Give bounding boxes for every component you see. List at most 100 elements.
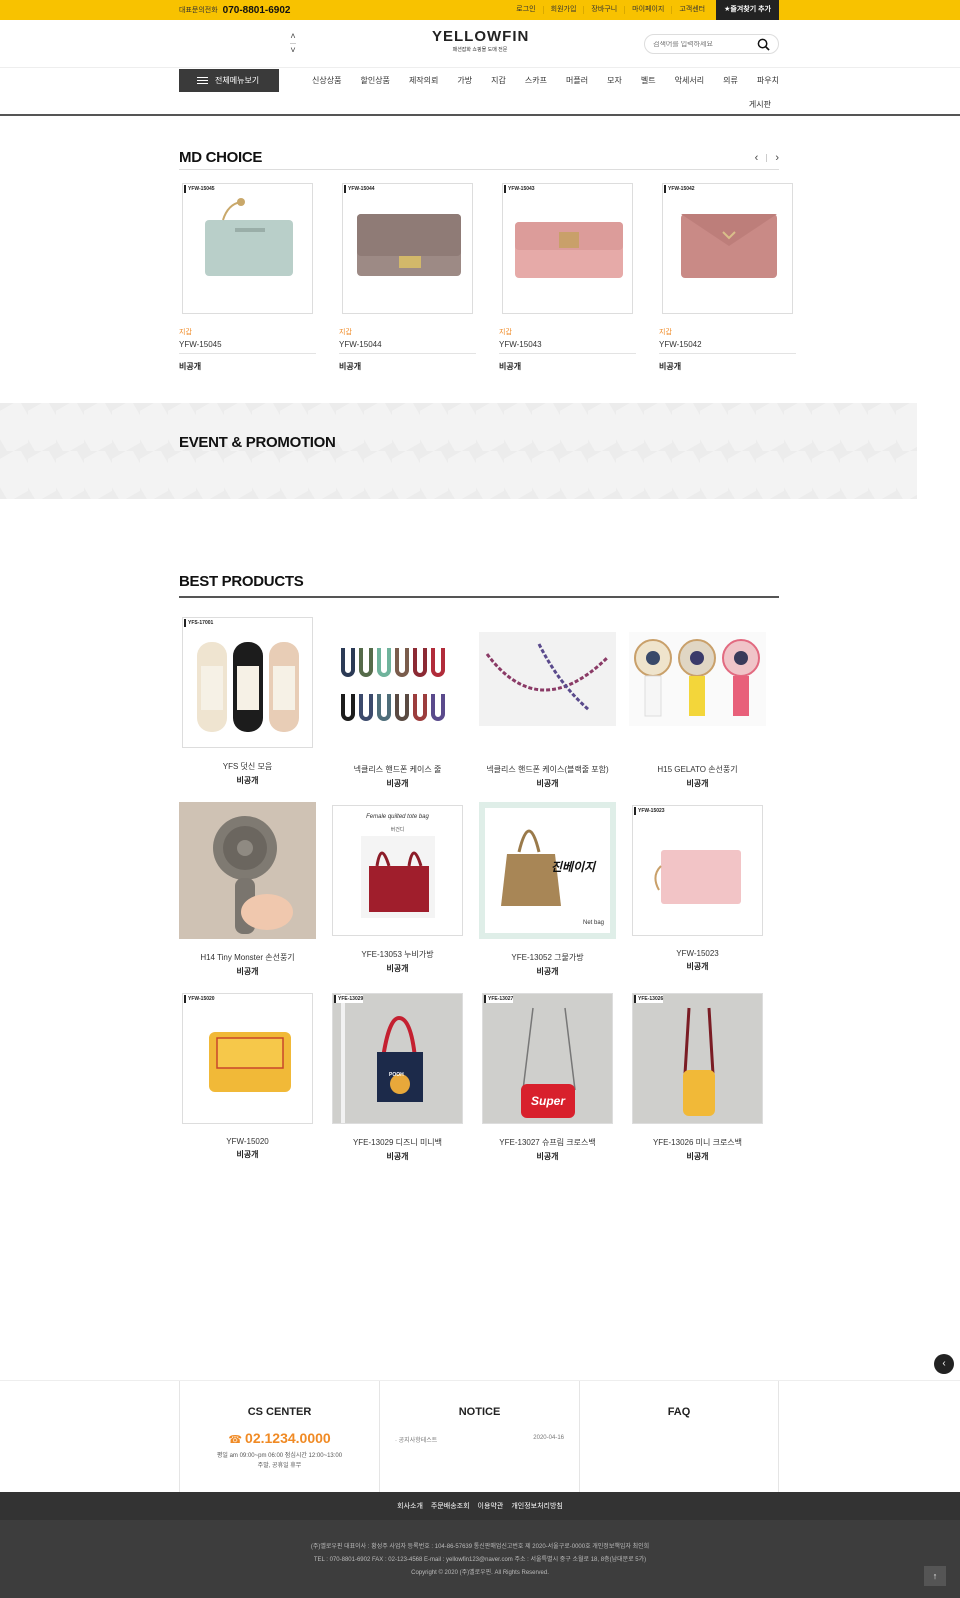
best-product-card[interactable]: YFW-15020 YFW-15020 비공개 (179, 990, 329, 1162)
add-favorite-button[interactable]: ★즐겨찾기 추가 (716, 0, 779, 20)
footer-link-company[interactable]: 회사소개 (393, 1501, 427, 1511)
chevron-right-icon[interactable]: › (775, 152, 779, 164)
product-name[interactable]: YFW-15044 (339, 340, 476, 354)
search-input[interactable] (653, 40, 753, 48)
nav-item-hat[interactable]: 모자 (607, 75, 622, 86)
product-thumbnail[interactable]: YFW-15042 (662, 183, 793, 314)
product-price: 비공개 (236, 776, 259, 785)
product-thumbnail[interactable]: POOH YFE-13029 (332, 993, 463, 1124)
best-product-card[interactable]: H15 GELATO 손선풍기 비공개 (629, 614, 779, 789)
md-product-card[interactable]: YFW-15043 지갑 YFW-15043 비공개 (499, 183, 636, 372)
cs-phone: ☎ 02.1234.0000 (180, 1430, 379, 1446)
best-product-card[interactable]: Super YFE-13027 YFE-13027 슈프림 크로스백 비공개 (479, 990, 629, 1162)
nav-item-sale[interactable]: 할인상품 (360, 75, 389, 86)
cart-link[interactable]: 장바구니 (583, 6, 624, 14)
notice-item-title[interactable]: · 공지사항테스트 (395, 1435, 437, 1444)
nav-item-scarf[interactable]: 스카프 (525, 75, 547, 86)
logo[interactable]: YELLOWFIN 패션잡화 쇼핑몰 도매 전문 (432, 28, 528, 53)
chevron-left-icon[interactable]: ‹ (755, 152, 759, 164)
product-thumbnail[interactable]: YFW-15020 (182, 993, 313, 1124)
nav-item-board[interactable]: 게시판 (749, 99, 771, 110)
footer-link-privacy[interactable]: 개인정보처리방침 (507, 1501, 567, 1511)
product-name[interactable]: YFE-13029 디즈니 미니백 (329, 1137, 466, 1148)
best-product-card[interactable]: Female quilted tote bag 버건디 YFE-13053 누비… (329, 802, 479, 977)
notice-title[interactable]: NOTICE (380, 1406, 579, 1418)
hamburger-icon (197, 75, 208, 86)
faq-title[interactable]: FAQ (580, 1406, 778, 1418)
md-product-card[interactable]: YFW-15045 지갑 YFW-15045 비공개 (179, 183, 316, 372)
nav-item-clothing[interactable]: 의류 (723, 75, 738, 86)
product-name[interactable]: 넥클리스 핸드폰 케이스(블랙줄 포함) (479, 764, 616, 775)
product-name[interactable]: H15 GELATO 손선풍기 (629, 764, 766, 775)
faq-box: FAQ (579, 1381, 779, 1493)
best-product-card[interactable]: POOH YFE-13029 YFE-13029 디즈니 미니백 비공개 (329, 990, 479, 1162)
md-product-card[interactable]: YFW-15042 지갑 YFW-15042 비공개 (659, 183, 796, 372)
product-thumbnail[interactable]: YFW-15044 (342, 183, 473, 314)
product-thumbnail[interactable] (479, 614, 616, 751)
product-price: 비공개 (386, 1152, 409, 1161)
product-name[interactable]: YFE-13026 미니 크로스백 (629, 1137, 766, 1148)
product-thumbnail[interactable] (629, 614, 766, 751)
hand-fan-image (629, 632, 766, 726)
product-thumbnail[interactable]: 진베이지 Net bag (479, 802, 616, 939)
product-name[interactable]: YFE-13053 누비가방 (329, 949, 466, 960)
nav-item-belt[interactable]: 벨트 (641, 75, 656, 86)
login-link[interactable]: 로그인 (509, 6, 542, 14)
nav-item-accessory[interactable]: 악세서리 (675, 75, 704, 86)
scroll-top-button[interactable]: ↑ (924, 1566, 946, 1586)
notice-item[interactable]: · 공지사항테스트 2020-04-16 (380, 1435, 579, 1444)
chevron-up-icon[interactable]: ˄ (290, 32, 295, 41)
best-product-card[interactable]: 넥클리스 핸드폰 케이스(블랙줄 포함) 비공개 (479, 614, 629, 789)
best-product-card[interactable]: YFE-13026 YFE-13026 미니 크로스백 비공개 (629, 990, 779, 1162)
image-caption: Net bag (583, 920, 605, 926)
nav-item-pouch[interactable]: 파우치 (757, 75, 779, 86)
product-name[interactable]: YFW-15042 (659, 340, 796, 354)
side-panel-toggle[interactable]: ‹ (934, 1354, 954, 1374)
main-nav: 전체메뉴보기 신상상품 할인상품 제작의뢰 가방 지갑 스카프 머플러 모자 벨… (0, 68, 960, 116)
product-thumbnail[interactable]: Super YFE-13027 (482, 993, 613, 1124)
best-product-card[interactable]: 진베이지 Net bag YFE-13052 그물가방 비공개 (479, 802, 629, 977)
cs-hours: 평일 am 09:00~pm 06:00 점심시간 12:00~13:00 주말… (180, 1451, 379, 1471)
best-product-card[interactable]: H14 Tiny Monster 손선풍기 비공개 (179, 802, 329, 977)
nav-item-muffler[interactable]: 머플러 (566, 75, 588, 86)
best-product-card[interactable]: YFW-15023 YFW-15023 비공개 (629, 802, 779, 977)
product-thumbnail[interactable]: YFE-13026 (632, 993, 763, 1124)
product-name[interactable]: YFE-13052 그물가방 (479, 952, 616, 963)
product-name[interactable]: H14 Tiny Monster 손선풍기 (179, 952, 316, 963)
product-name[interactable]: 넥클리스 핸드폰 케이스 줄 (329, 764, 466, 775)
chevron-down-icon[interactable]: ˅ (290, 46, 295, 55)
product-thumbnail[interactable]: YFW-15043 (502, 183, 633, 314)
mypage-link[interactable]: 마이페이지 (624, 6, 671, 14)
nav-item-custom[interactable]: 제작의뢰 (409, 75, 438, 86)
footer-link-order-tracking[interactable]: 주문배송조회 (427, 1501, 474, 1511)
product-price: 비공개 (536, 779, 559, 788)
product-thumbnail[interactable]: YFS-17001 (182, 617, 313, 748)
md-product-card[interactable]: YFW-15044 지갑 YFW-15044 비공개 (339, 183, 476, 372)
product-thumbnail[interactable] (179, 802, 316, 939)
footer-link-terms[interactable]: 이용약관 (474, 1501, 508, 1511)
product-thumbnail[interactable]: YFW-15045 (182, 183, 313, 314)
product-thumbnail[interactable]: YFW-15023 (632, 805, 763, 936)
product-name[interactable]: YFW-15043 (499, 340, 636, 354)
product-name[interactable]: YFW-15023 (629, 949, 766, 958)
wallet-image (205, 198, 293, 276)
nav-item-new[interactable]: 신상상품 (312, 75, 341, 86)
best-product-card[interactable]: 넥클리스 핸드폰 케이스 줄 비공개 (329, 614, 479, 789)
product-name[interactable]: YFS 덧신 모음 (179, 761, 316, 772)
search-icon[interactable] (757, 38, 770, 51)
phone-number: 070-8801-6902 (222, 4, 291, 16)
cs-center-link[interactable]: 고객센터 (671, 6, 712, 14)
nav-item-bag[interactable]: 가방 (457, 75, 472, 86)
join-link[interactable]: 회원가입 (542, 6, 584, 14)
product-name[interactable]: YFE-13027 슈프림 크로스백 (479, 1137, 616, 1148)
best-product-card[interactable]: YFS-17001 YFS 덧신 모음 비공개 (179, 614, 329, 789)
product-name[interactable]: YFW-15045 (179, 340, 316, 354)
product-code-tag: YFW-15044 (344, 185, 375, 193)
product-thumbnail[interactable]: Female quilted tote bag 버건디 (332, 805, 463, 936)
product-name[interactable]: YFW-15020 (179, 1137, 316, 1146)
all-menu-button[interactable]: 전체메뉴보기 (179, 69, 279, 92)
arrow-up-icon: ↑ (932, 1571, 938, 1581)
product-thumbnail[interactable] (329, 614, 466, 751)
mini-bag-image (333, 994, 462, 1123)
nav-item-wallet[interactable]: 지갑 (491, 75, 506, 86)
